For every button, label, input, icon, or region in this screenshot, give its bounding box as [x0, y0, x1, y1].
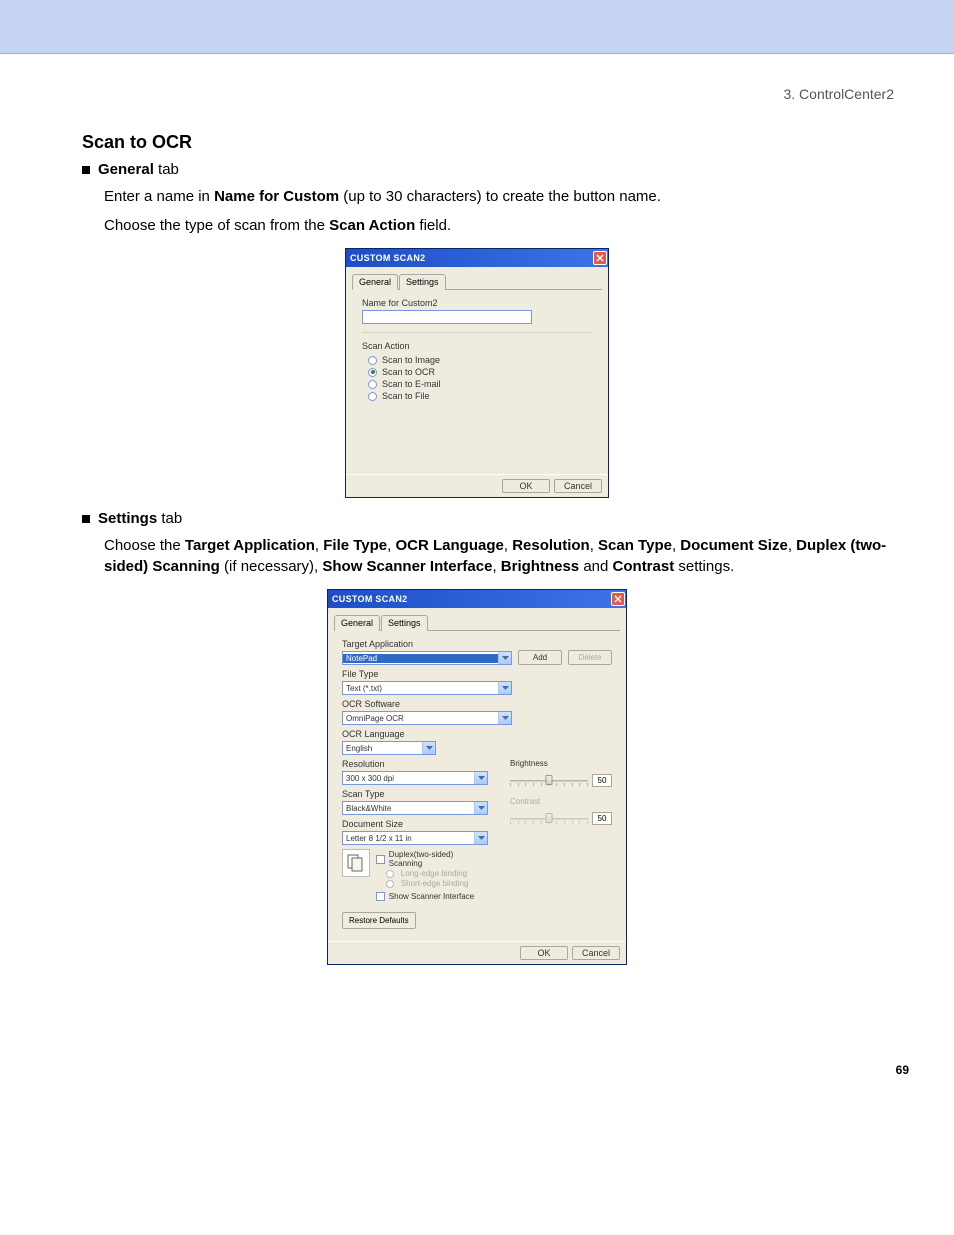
brightness-value[interactable]: 50 — [592, 774, 612, 787]
document-size-select[interactable]: Letter 8 1/2 x 11 in — [342, 831, 488, 845]
bullet-square-icon — [82, 515, 90, 523]
brightness-label: Brightness — [510, 759, 612, 768]
general-para-2: Choose the type of scan from the Scan Ac… — [104, 215, 894, 236]
show-scanner-interface-checkbox[interactable]: Show Scanner Interface — [376, 892, 488, 901]
tab-settings[interactable]: Settings — [381, 615, 428, 631]
custom-scan-dialog-general: CUSTOM SCAN2 General Settings Name for C… — [345, 248, 609, 498]
settings-tab-suffix: tab — [157, 510, 182, 527]
titlebar: CUSTOM SCAN2 — [328, 590, 626, 608]
page-content: 3. ControlCenter2 Scan to OCR General ta… — [0, 54, 954, 1097]
ocr-software-label: OCR Software — [342, 699, 612, 709]
titlebar-text: CUSTOM SCAN2 — [332, 594, 611, 604]
radio-scan-to-file[interactable]: Scan to File — [368, 391, 592, 401]
scan-action-radios: Scan to Image Scan to OCR Scan to E-mail… — [368, 355, 592, 401]
bullet-square-icon — [82, 166, 90, 174]
radio-scan-to-image[interactable]: Scan to Image — [368, 355, 592, 365]
duplex-block: Duplex(two-sided) Scanning Long-edge bin… — [342, 849, 488, 902]
name-for-custom-label: Name for Custom2 — [362, 298, 592, 308]
file-type-label: File Type — [342, 669, 612, 679]
file-type-select[interactable]: Text (*.txt) — [342, 681, 512, 695]
chevron-down-icon — [474, 832, 487, 844]
scan-action-label: Scan Action — [362, 341, 592, 351]
radio-scan-to-ocr[interactable]: Scan to OCR — [368, 367, 592, 377]
scan-type-label: Scan Type — [342, 789, 488, 799]
resolution-label: Resolution — [342, 759, 488, 769]
dialog-footer: OK Cancel — [346, 474, 608, 497]
contrast-label: Contrast — [510, 797, 612, 806]
settings-para: Choose the Target Application, File Type… — [104, 535, 894, 577]
dialog-footer: OK Cancel — [328, 941, 626, 964]
ok-button[interactable]: OK — [520, 946, 568, 960]
contrast-slider[interactable] — [510, 813, 588, 825]
ocr-language-select[interactable]: English — [342, 741, 436, 755]
settings-tab-bold: Settings — [98, 510, 157, 527]
bullet-general: General tab — [82, 161, 894, 178]
chevron-down-icon — [474, 802, 487, 814]
document-size-label: Document Size — [342, 819, 488, 829]
contrast-slider-block: Contrast 50 — [510, 797, 612, 825]
tab-general[interactable]: General — [352, 274, 398, 290]
breadcrumb: 3. ControlCenter2 — [60, 86, 894, 102]
page-number: 69 — [896, 1063, 909, 1077]
delete-button[interactable]: Delete — [568, 650, 612, 665]
ocr-software-select[interactable]: OmniPage OCR — [342, 711, 512, 725]
ok-button[interactable]: OK — [502, 479, 550, 493]
bullet-settings: Settings tab — [82, 510, 894, 527]
duplex-scanning-checkbox[interactable]: Duplex(two-sided) Scanning — [376, 850, 488, 868]
top-accent-band — [0, 0, 954, 54]
name-for-custom-input[interactable] — [362, 310, 532, 324]
target-application-select[interactable]: NotePad — [342, 651, 512, 665]
titlebar: CUSTOM SCAN2 — [346, 249, 608, 267]
titlebar-text: CUSTOM SCAN2 — [350, 253, 593, 263]
tabstrip: General Settings — [334, 614, 620, 631]
chevron-down-icon — [498, 682, 511, 694]
resolution-select[interactable]: 300 x 300 dpi — [342, 771, 488, 785]
restore-defaults-button[interactable]: Restore Defaults — [342, 912, 416, 929]
cancel-button[interactable]: Cancel — [554, 479, 602, 493]
duplex-icon — [342, 849, 370, 877]
long-edge-binding-radio[interactable]: Long-edge binding — [386, 869, 488, 878]
radio-scan-to-email[interactable]: Scan to E-mail — [368, 379, 592, 389]
chevron-down-icon — [422, 742, 435, 754]
chevron-down-icon — [498, 652, 511, 664]
brightness-slider[interactable] — [510, 775, 588, 787]
general-para-1: Enter a name in Name for Custom (up to 3… — [104, 186, 894, 207]
cancel-button[interactable]: Cancel — [572, 946, 620, 960]
general-tab-bold: General — [98, 161, 154, 178]
tab-settings[interactable]: Settings — [399, 274, 446, 290]
target-application-label: Target Application — [342, 639, 512, 649]
custom-scan-dialog-settings: CUSTOM SCAN2 General Settings Target App… — [327, 589, 627, 965]
close-icon[interactable] — [593, 251, 607, 265]
contrast-value[interactable]: 50 — [592, 812, 612, 825]
brightness-slider-block: Brightness 50 — [510, 759, 612, 787]
section-title: Scan to OCR — [82, 132, 894, 153]
chevron-down-icon — [498, 712, 511, 724]
tab-general[interactable]: General — [334, 615, 380, 631]
scan-type-select[interactable]: Black&White — [342, 801, 488, 815]
tabstrip: General Settings — [352, 273, 602, 290]
divider — [362, 332, 592, 333]
ocr-language-label: OCR Language — [342, 729, 612, 739]
chevron-down-icon — [474, 772, 487, 784]
add-button[interactable]: Add — [518, 650, 562, 665]
general-tab-suffix: tab — [154, 161, 179, 178]
close-icon[interactable] — [611, 592, 625, 606]
short-edge-binding-radio[interactable]: Short-edge binding — [386, 879, 488, 888]
